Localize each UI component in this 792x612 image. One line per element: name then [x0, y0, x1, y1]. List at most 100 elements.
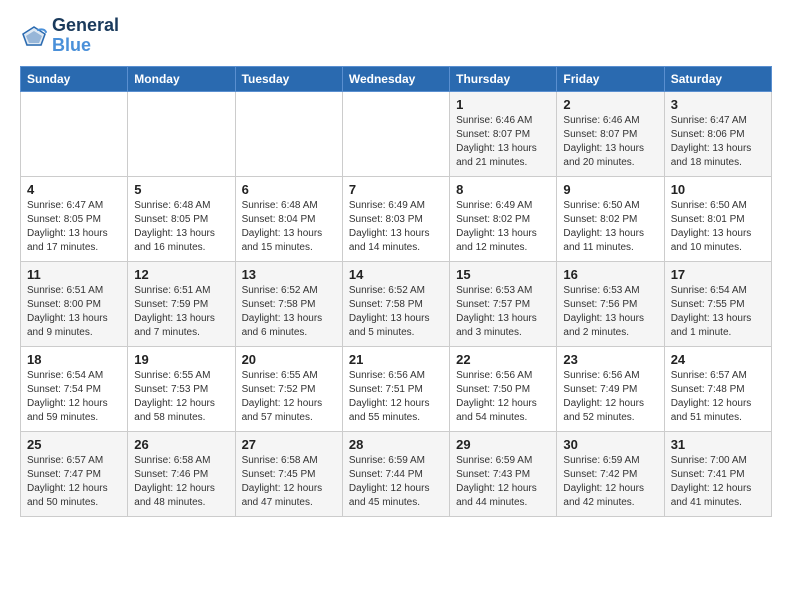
calendar-cell-16: 13 Sunrise: 6:52 AM Sunset: 7:58 PM Dayli… — [235, 261, 342, 346]
calendar-cell-23: 20 Sunrise: 6:55 AM Sunset: 7:52 PM Dayli… — [235, 346, 342, 431]
weekday-header-thursday: Thursday — [450, 66, 557, 91]
day-number: 2 — [563, 97, 657, 112]
calendar-cell-13: 10Sunrise: 6:50 AM Sunset: 8:01 PM Dayli… — [664, 176, 771, 261]
day-info: Sunrise: 6:49 AM Sunset: 8:02 PM Dayligh… — [456, 199, 550, 255]
logo: General Blue — [20, 16, 119, 56]
calendar-cell-4: 1 Sunrise: 6:46 AM Sunset: 8:07 PM Daylig… — [450, 91, 557, 176]
calendar-cell-22: 19 Sunrise: 6:55 AM Sunset: 7:53 PM Dayli… — [128, 346, 235, 431]
day-number: 20 — [242, 352, 336, 367]
day-info: Sunrise: 6:58 AM Sunset: 7:45 PM Dayligh… — [242, 454, 336, 510]
weekday-header-sunday: Sunday — [21, 66, 128, 91]
day-number: 25 — [27, 437, 121, 452]
day-number: 12 — [134, 267, 228, 282]
day-number: 28 — [349, 437, 443, 452]
day-info: Sunrise: 6:57 AM Sunset: 7:48 PM Dayligh… — [671, 369, 765, 425]
calendar-cell-33: 30 Sunrise: 6:59 AM Sunset: 7:42 PM Dayli… — [557, 431, 664, 516]
calendar-cell-6: 3 Sunrise: 6:47 AM Sunset: 8:06 PM Daylig… — [664, 91, 771, 176]
calendar-cell-31: 28 Sunrise: 6:59 AM Sunset: 7:44 PM Dayli… — [342, 431, 449, 516]
day-info: Sunrise: 6:48 AM Sunset: 8:04 PM Dayligh… — [242, 199, 336, 255]
calendar-cell-3 — [342, 91, 449, 176]
day-number: 17 — [671, 267, 765, 282]
day-info: Sunrise: 6:57 AM Sunset: 7:47 PM Dayligh… — [27, 454, 121, 510]
calendar-cell-1 — [128, 91, 235, 176]
calendar-cell-2 — [235, 91, 342, 176]
weekday-header-wednesday: Wednesday — [342, 66, 449, 91]
calendar-cell-27: 24 Sunrise: 6:57 AM Sunset: 7:48 PM Dayli… — [664, 346, 771, 431]
day-number: 26 — [134, 437, 228, 452]
day-number: 7 — [349, 182, 443, 197]
day-number: 15 — [456, 267, 550, 282]
calendar-cell-10: 7 Sunrise: 6:49 AM Sunset: 8:03 PM Daylig… — [342, 176, 449, 261]
day-info: Sunrise: 6:54 AM Sunset: 7:55 PM Dayligh… — [671, 284, 765, 340]
logo-text: General Blue — [52, 16, 119, 56]
day-info: Sunrise: 6:51 AM Sunset: 8:00 PM Dayligh… — [27, 284, 121, 340]
day-number: 29 — [456, 437, 550, 452]
day-number: 23 — [563, 352, 657, 367]
day-number: 16 — [563, 267, 657, 282]
day-number: 6 — [242, 182, 336, 197]
day-info: Sunrise: 6:59 AM Sunset: 7:44 PM Dayligh… — [349, 454, 443, 510]
day-number: 18 — [27, 352, 121, 367]
day-info: Sunrise: 6:55 AM Sunset: 7:52 PM Dayligh… — [242, 369, 336, 425]
day-info: Sunrise: 6:48 AM Sunset: 8:05 PM Dayligh… — [134, 199, 228, 255]
calendar-cell-32: 29Sunrise: 6:59 AM Sunset: 7:43 PM Dayli… — [450, 431, 557, 516]
calendar-cell-14: 11 Sunrise: 6:51 AM Sunset: 8:00 PM Dayli… — [21, 261, 128, 346]
calendar-cell-15: 12 Sunrise: 6:51 AM Sunset: 7:59 PM Dayli… — [128, 261, 235, 346]
day-number: 3 — [671, 97, 765, 112]
calendar-cell-12: 9 Sunrise: 6:50 AM Sunset: 8:02 PM Daylig… — [557, 176, 664, 261]
day-number: 11 — [27, 267, 121, 282]
calendar-cell-18: 15 Sunrise: 6:53 AM Sunset: 7:57 PM Dayli… — [450, 261, 557, 346]
day-info: Sunrise: 6:49 AM Sunset: 8:03 PM Dayligh… — [349, 199, 443, 255]
day-number: 8 — [456, 182, 550, 197]
day-info: Sunrise: 6:56 AM Sunset: 7:49 PM Dayligh… — [563, 369, 657, 425]
calendar-cell-20: 17 Sunrise: 6:54 AM Sunset: 7:55 PM Dayli… — [664, 261, 771, 346]
day-info: Sunrise: 6:53 AM Sunset: 7:57 PM Dayligh… — [456, 284, 550, 340]
day-number: 5 — [134, 182, 228, 197]
page-header: General Blue — [20, 16, 772, 56]
calendar-cell-24: 21 Sunrise: 6:56 AM Sunset: 7:51 PM Dayli… — [342, 346, 449, 431]
day-info: Sunrise: 6:51 AM Sunset: 7:59 PM Dayligh… — [134, 284, 228, 340]
day-info: Sunrise: 6:47 AM Sunset: 8:06 PM Dayligh… — [671, 114, 765, 170]
day-number: 13 — [242, 267, 336, 282]
day-info: Sunrise: 6:58 AM Sunset: 7:46 PM Dayligh… — [134, 454, 228, 510]
calendar-cell-5: 2 Sunrise: 6:46 AM Sunset: 8:07 PM Daylig… — [557, 91, 664, 176]
calendar-table: SundayMondayTuesdayWednesdayThursdayFrid… — [20, 66, 772, 517]
calendar-cell-19: 16 Sunrise: 6:53 AM Sunset: 7:56 PM Dayli… — [557, 261, 664, 346]
day-info: Sunrise: 6:46 AM Sunset: 8:07 PM Dayligh… — [563, 114, 657, 170]
calendar-cell-21: 18Sunrise: 6:54 AM Sunset: 7:54 PM Dayli… — [21, 346, 128, 431]
weekday-header-friday: Friday — [557, 66, 664, 91]
calendar-cell-34: 31 Sunrise: 7:00 AM Sunset: 7:41 PM Dayli… — [664, 431, 771, 516]
day-info: Sunrise: 6:46 AM Sunset: 8:07 PM Dayligh… — [456, 114, 550, 170]
calendar-cell-26: 23 Sunrise: 6:56 AM Sunset: 7:49 PM Dayli… — [557, 346, 664, 431]
day-number: 30 — [563, 437, 657, 452]
day-number: 22 — [456, 352, 550, 367]
day-number: 31 — [671, 437, 765, 452]
day-number: 27 — [242, 437, 336, 452]
day-number: 4 — [27, 182, 121, 197]
day-info: Sunrise: 7:00 AM Sunset: 7:41 PM Dayligh… — [671, 454, 765, 510]
day-number: 9 — [563, 182, 657, 197]
day-info: Sunrise: 6:56 AM Sunset: 7:51 PM Dayligh… — [349, 369, 443, 425]
weekday-header-monday: Monday — [128, 66, 235, 91]
calendar-cell-28: 25 Sunrise: 6:57 AM Sunset: 7:47 PM Dayli… — [21, 431, 128, 516]
calendar-cell-17: 14Sunrise: 6:52 AM Sunset: 7:58 PM Dayli… — [342, 261, 449, 346]
day-number: 24 — [671, 352, 765, 367]
day-number: 14 — [349, 267, 443, 282]
day-info: Sunrise: 6:50 AM Sunset: 8:02 PM Dayligh… — [563, 199, 657, 255]
day-number: 1 — [456, 97, 550, 112]
day-number: 21 — [349, 352, 443, 367]
weekday-header-saturday: Saturday — [664, 66, 771, 91]
day-info: Sunrise: 6:56 AM Sunset: 7:50 PM Dayligh… — [456, 369, 550, 425]
calendar-cell-25: 22 Sunrise: 6:56 AM Sunset: 7:50 PM Dayli… — [450, 346, 557, 431]
calendar-cell-11: 8 Sunrise: 6:49 AM Sunset: 8:02 PM Daylig… — [450, 176, 557, 261]
day-info: Sunrise: 6:53 AM Sunset: 7:56 PM Dayligh… — [563, 284, 657, 340]
day-number: 19 — [134, 352, 228, 367]
logo-icon — [20, 24, 48, 48]
calendar-cell-30: 27 Sunrise: 6:58 AM Sunset: 7:45 PM Dayli… — [235, 431, 342, 516]
day-info: Sunrise: 6:55 AM Sunset: 7:53 PM Dayligh… — [134, 369, 228, 425]
day-info: Sunrise: 6:52 AM Sunset: 7:58 PM Dayligh… — [242, 284, 336, 340]
day-info: Sunrise: 6:59 AM Sunset: 7:42 PM Dayligh… — [563, 454, 657, 510]
calendar-cell-29: 26 Sunrise: 6:58 AM Sunset: 7:46 PM Dayli… — [128, 431, 235, 516]
calendar-cell-8: 5 Sunrise: 6:48 AM Sunset: 8:05 PM Daylig… — [128, 176, 235, 261]
calendar-cell-9: 6 Sunrise: 6:48 AM Sunset: 8:04 PM Daylig… — [235, 176, 342, 261]
